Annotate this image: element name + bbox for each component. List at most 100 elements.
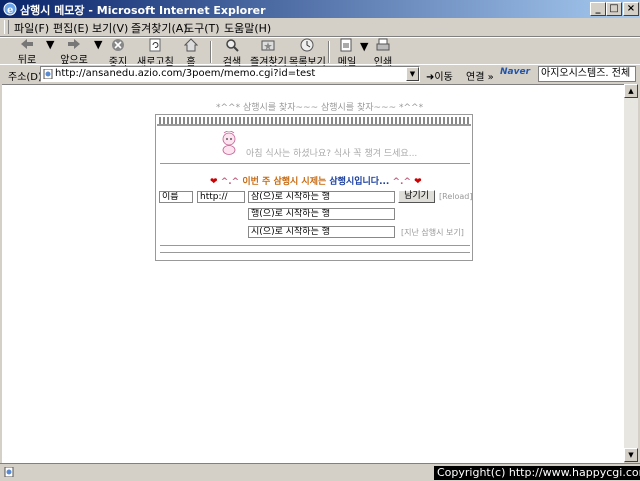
vertical-scrollbar[interactable]: ▲ ▼ — [624, 84, 638, 462]
spiral-ring — [299, 117, 301, 125]
address-label: 주소(D) — [8, 72, 42, 83]
svg-text:e: e — [7, 5, 13, 16]
spiral-ring — [275, 117, 277, 125]
spiral-ring — [343, 117, 345, 125]
line1-input[interactable]: 삼(으)로 시작하는 행 — [248, 191, 395, 203]
address-url: http://ansanedu.azio.com/3poem/memo.cgi?… — [55, 68, 316, 79]
print-button[interactable]: 인쇄 — [370, 38, 396, 68]
submit-button[interactable]: 남기기 — [398, 190, 435, 203]
home-button[interactable]: 홈 — [180, 38, 202, 68]
history-button[interactable]: 목록보기 — [289, 38, 326, 68]
spiral-ring — [335, 117, 337, 125]
forward-button[interactable]: 앞으로 — [57, 38, 91, 66]
spiral-ring — [467, 117, 469, 125]
mail-button[interactable]: 메일 — [334, 38, 360, 68]
spiral-ring — [331, 117, 333, 125]
name-input[interactable]: 이름 — [159, 191, 193, 203]
spiral-ring — [195, 117, 197, 125]
menu-help[interactable]: 도움말(H) — [224, 20, 271, 36]
archive-link[interactable]: [지난 삼행시 보기] — [401, 227, 464, 238]
refresh-button[interactable]: 새로고침 — [137, 38, 174, 68]
homepage-input[interactable]: http:// — [197, 191, 245, 203]
spiral-ring — [359, 117, 361, 125]
go-button[interactable]: ➜이동 — [426, 68, 453, 83]
home-icon — [184, 38, 198, 52]
spiral-ring — [235, 117, 237, 125]
spiral-ring — [167, 117, 169, 125]
spiral-ring — [459, 117, 461, 125]
menu-view[interactable]: 보기(V) — [92, 20, 128, 36]
spiral-ring — [323, 117, 325, 125]
spiral-ring — [215, 117, 217, 125]
spiral-ring — [171, 117, 173, 125]
spiral-ring — [247, 117, 249, 125]
spiral-ring — [239, 117, 241, 125]
back-dropdown-icon[interactable]: ▼ — [46, 38, 54, 64]
spiral-ring — [259, 117, 261, 125]
address-input[interactable]: http://ansanedu.azio.com/3poem/memo.cgi?… — [40, 66, 420, 82]
back-arrow-icon — [21, 39, 33, 49]
mail-dropdown-icon[interactable]: ▼ — [360, 40, 368, 66]
menu-tools[interactable]: 도구(T) — [184, 20, 220, 36]
internet-explorer-icon: e — [3, 2, 17, 16]
spiral-ring — [407, 117, 409, 125]
line2-input[interactable]: 행(으)로 시작하는 행 — [248, 208, 395, 220]
forward-dropdown-icon[interactable]: ▼ — [94, 38, 102, 64]
spiral-ring — [451, 117, 453, 125]
spiral-ring — [339, 117, 341, 125]
spiral-ring — [183, 117, 185, 125]
links-button[interactable]: 연결 » — [466, 68, 494, 83]
menu-edit[interactable]: 편집(E) — [53, 20, 89, 36]
spiral-ring — [211, 117, 213, 125]
menu-favorites[interactable]: 즐겨찾기(A) — [131, 20, 188, 36]
back-button[interactable]: 뒤로 — [12, 38, 42, 66]
search-button[interactable]: 검색 — [218, 38, 246, 68]
spiral-ring — [303, 117, 305, 125]
spiral-ring — [203, 117, 205, 125]
spiral-ring — [307, 117, 309, 125]
divider — [160, 245, 470, 246]
spiral-ring — [175, 117, 177, 125]
spiral-ring — [227, 117, 229, 125]
refresh-icon — [149, 38, 161, 52]
topic-text: 이번 주 삼행시 시제는 — [242, 177, 327, 187]
spiral-ring — [427, 117, 429, 125]
spiral-ring — [411, 117, 413, 125]
menu-file[interactable]: 파일(F) — [14, 20, 49, 36]
spiral-ring — [191, 117, 193, 125]
address-dropdown-icon[interactable]: ▼ — [406, 67, 419, 81]
title-bar[interactable]: e 삼행시 메모장 - Microsoft Internet Explorer … — [0, 0, 640, 18]
spiral-ring — [311, 117, 313, 125]
minimize-button[interactable]: _ — [590, 2, 606, 16]
spiral-ring — [347, 117, 349, 125]
spiral-ring — [295, 117, 297, 125]
naver-logo[interactable]: Naver — [500, 67, 536, 81]
spiral-ring — [251, 117, 253, 125]
spiral-ring — [315, 117, 317, 125]
spiral-ring — [223, 117, 225, 125]
spiral-ring — [207, 117, 209, 125]
spiral-ring — [379, 117, 381, 125]
naver-search-input[interactable]: 아지오시스템즈. 전체 — [538, 66, 636, 82]
topic-keyword: 삼행시입니다... — [329, 177, 390, 187]
spiral-ring — [455, 117, 457, 125]
menu-grip — [4, 20, 9, 34]
spiral-ring — [383, 117, 385, 125]
spiral-ring — [447, 117, 449, 125]
spiral-ring — [351, 117, 353, 125]
close-button[interactable]: × — [623, 2, 639, 16]
stop-button[interactable]: 중지 — [104, 38, 132, 68]
scroll-down-icon[interactable]: ▼ — [624, 448, 638, 462]
spiral-ring — [355, 117, 357, 125]
reload-link[interactable]: [Reload] — [439, 192, 472, 201]
favorites-button[interactable]: 즐겨찾기 — [250, 38, 287, 68]
spiral-ring — [363, 117, 365, 125]
heart-icon: ❤ — [414, 177, 422, 187]
scroll-up-icon[interactable]: ▲ — [624, 84, 638, 98]
line3-input[interactable]: 시(으)로 시작하는 행 — [248, 226, 395, 238]
spiral-ring — [419, 117, 421, 125]
toolbar-separator — [210, 41, 212, 63]
maximize-button[interactable]: □ — [606, 2, 622, 16]
standard-toolbar: 뒤로 ▼ 앞으로 ▼ 중지 새로고침 홈 검색 즐겨찾기 목록보기 메일 ▼ 인… — [0, 37, 640, 68]
spiral-ring — [199, 117, 201, 125]
